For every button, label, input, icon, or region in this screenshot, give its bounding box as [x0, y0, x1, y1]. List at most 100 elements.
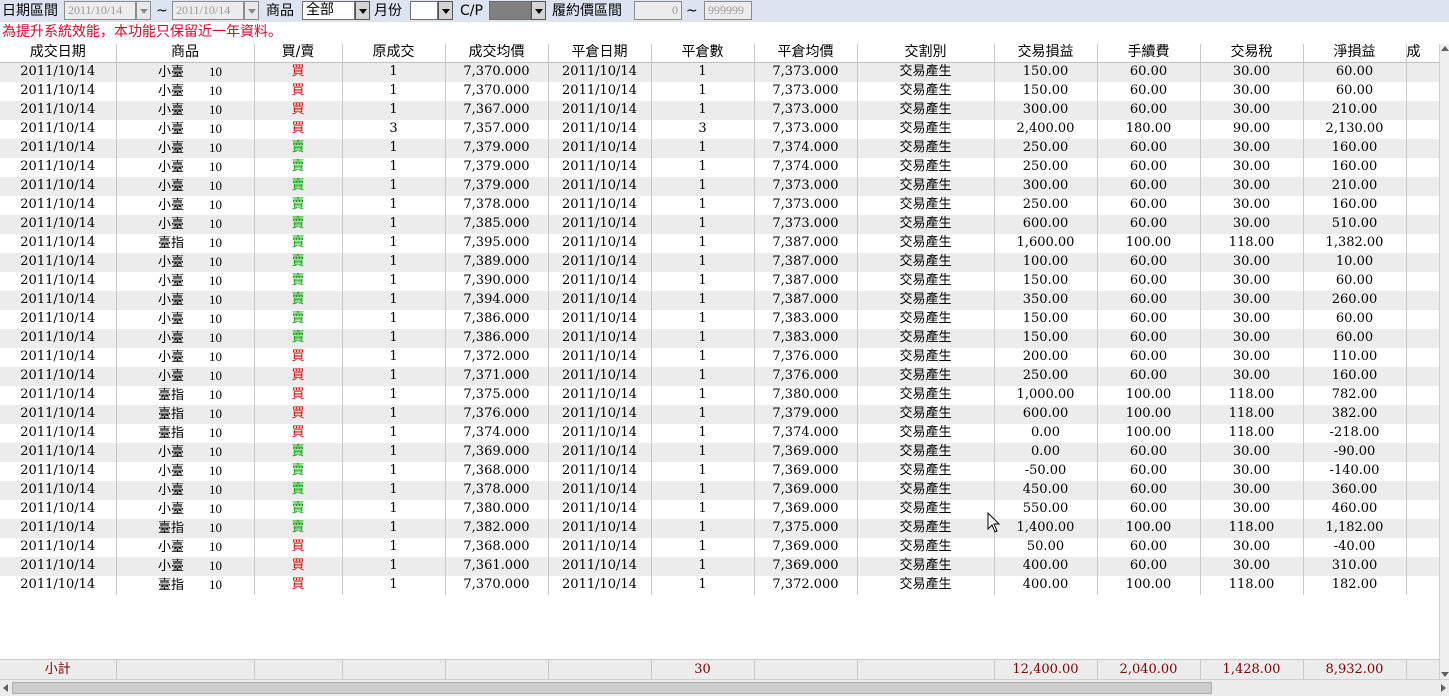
cell-close-avg: 7,387.000: [754, 233, 858, 253]
cell-orig-qty: 1: [342, 575, 446, 595]
cell-empty: [1406, 423, 1439, 443]
chevron-down-icon: [248, 9, 256, 14]
cell-fee: 60.00: [1097, 138, 1201, 158]
cell-side: 買: [254, 575, 343, 595]
date-to-dropdown-button[interactable]: [244, 1, 259, 20]
table-row[interactable]: 2011/10/14 小臺 10 買 1 7,370.000 2011/10/14 1 7,37…: [0, 62, 1439, 82]
column-header-fee[interactable]: 手續費: [1097, 44, 1201, 63]
table-row[interactable]: 2011/10/14 臺指 10 賣 1 7,382.000 2011/10/14 1 7,37…: [0, 518, 1439, 538]
cell-side: 買: [254, 100, 343, 120]
cell-orig-qty: 1: [342, 290, 446, 310]
cell-trade-pl: 150.00: [994, 309, 1098, 329]
strike-from-input[interactable]: 0: [634, 1, 682, 20]
vertical-scrollbar[interactable]: [1439, 44, 1449, 679]
column-header-side[interactable]: 買/賣: [254, 44, 343, 63]
cell-close-avg: 7,383.000: [754, 309, 858, 329]
date-to-input[interactable]: 2011/10/14: [172, 1, 244, 20]
month-dropdown-button[interactable]: [438, 1, 453, 20]
table-row[interactable]: 2011/10/14 小臺 10 賣 1 7,380.000 2011/10/14 1 7,36…: [0, 499, 1439, 519]
cell-tax: 118.00: [1200, 518, 1304, 538]
cell-fee: 60.00: [1097, 461, 1201, 481]
cell-trade-pl: 0.00: [994, 442, 1098, 462]
cell-product: 小臺 10: [116, 119, 255, 139]
cell-avg-price: 7,394.000: [445, 290, 549, 310]
cell-close-qty: 1: [651, 423, 755, 443]
scroll-up-icon[interactable]: [1441, 46, 1449, 51]
table-row[interactable]: 2011/10/14 小臺 10 賣 1 7,379.000 2011/10/14 1 7,37…: [0, 157, 1439, 177]
date-from-dropdown-button[interactable]: [136, 1, 151, 20]
date-from-input[interactable]: 2011/10/14: [64, 1, 136, 20]
product-month-code: 10: [209, 367, 222, 383]
product-month-code: 10: [209, 215, 222, 231]
column-header-close-qty[interactable]: 平倉數: [651, 44, 755, 63]
table-row[interactable]: 2011/10/14 小臺 10 賣 1 7,378.000 2011/10/14 1 7,37…: [0, 195, 1439, 215]
table-row[interactable]: 2011/10/14 小臺 10 賣 1 7,385.000 2011/10/14 1 7,37…: [0, 214, 1439, 234]
product-dropdown-button[interactable]: [355, 1, 370, 20]
cell-side: 買: [254, 537, 343, 557]
cp-select[interactable]: [489, 1, 531, 20]
table-row[interactable]: 2011/10/14 臺指 10 賣 1 7,395.000 2011/10/14 1 7,38…: [0, 233, 1439, 253]
month-select[interactable]: [410, 1, 438, 20]
table-row[interactable]: 2011/10/14 小臺 10 買 1 7,372.000 2011/10/14 1 7,37…: [0, 347, 1439, 367]
subtotal-net: 8,932.00: [1303, 660, 1407, 679]
column-header-trade-date[interactable]: 成交日期: [0, 44, 117, 63]
table-row[interactable]: 2011/10/14 小臺 10 賣 1 7,389.000 2011/10/14 1 7,38…: [0, 252, 1439, 272]
table-row[interactable]: 2011/10/14 小臺 10 賣 1 7,368.000 2011/10/14 1 7,36…: [0, 461, 1439, 481]
column-header-orig-qty[interactable]: 原成交: [342, 44, 446, 63]
table-row[interactable]: 2011/10/14 小臺 10 賣 1 7,386.000 2011/10/14 1 7,38…: [0, 328, 1439, 348]
column-header-net-pl[interactable]: 淨損益: [1303, 44, 1407, 63]
cp-dropdown-button[interactable]: [531, 1, 546, 20]
horizontal-scroll-thumb[interactable]: [12, 682, 1212, 694]
table-row[interactable]: 2011/10/14 臺指 10 買 1 7,376.000 2011/10/14 1 7,37…: [0, 404, 1439, 424]
table-row[interactable]: 2011/10/14 小臺 10 賣 1 7,386.000 2011/10/14 1 7,38…: [0, 309, 1439, 329]
table-row[interactable]: 2011/10/14 小臺 10 賣 1 7,379.000 2011/10/14 1 7,37…: [0, 176, 1439, 196]
column-header-avg-price[interactable]: 成交均價: [445, 44, 549, 63]
cell-trade-date: 2011/10/14: [0, 290, 117, 310]
table-row[interactable]: 2011/10/14 小臺 10 買 1 7,367.000 2011/10/14 1 7,37…: [0, 100, 1439, 120]
product-month-code: 10: [209, 557, 222, 573]
table-row[interactable]: 2011/10/14 小臺 10 買 1 7,368.000 2011/10/14 1 7,36…: [0, 537, 1439, 557]
cell-tax: 30.00: [1200, 556, 1304, 576]
column-header-product[interactable]: 商品: [116, 44, 255, 63]
table-row[interactable]: 2011/10/14 臺指 10 買 1 7,375.000 2011/10/14 1 7,38…: [0, 385, 1439, 405]
table-row[interactable]: 2011/10/14 小臺 10 賣 1 7,378.000 2011/10/14 1 7,36…: [0, 480, 1439, 500]
table-row[interactable]: 2011/10/14 小臺 10 買 1 7,370.000 2011/10/14 1 7,37…: [0, 81, 1439, 101]
product-name: 小臺: [157, 254, 184, 270]
product-label: 商品: [266, 3, 294, 19]
strike-to-input[interactable]: 999999: [704, 1, 752, 20]
cell-close-avg: 7,373.000: [754, 195, 858, 215]
column-header-truncated[interactable]: 成: [1406, 44, 1439, 63]
scroll-right-icon[interactable]: [1441, 684, 1446, 692]
trade-grid[interactable]: 成交日期 商品 買/賣 原成交 成交均價 平倉日期 平倉數 平倉均價 交割別 交易損益 手續費 交易稅…: [0, 44, 1439, 678]
horizontal-scrollbar[interactable]: [0, 679, 1449, 696]
table-row[interactable]: 2011/10/14 小臺 10 賣 1 7,394.000 2011/10/14 1 7,38…: [0, 290, 1439, 310]
table-row[interactable]: 2011/10/14 小臺 10 賣 1 7,390.000 2011/10/14 1 7,38…: [0, 271, 1439, 291]
cell-close-avg: 7,373.000: [754, 81, 858, 101]
cell-close-avg: 7,383.000: [754, 328, 858, 348]
table-row[interactable]: 2011/10/14 小臺 10 賣 1 7,379.000 2011/10/14 1 7,37…: [0, 138, 1439, 158]
column-header-close-avg[interactable]: 平倉均價: [754, 44, 858, 63]
cell-settle-type: 交易產生: [857, 328, 995, 348]
table-row[interactable]: 2011/10/14 臺指 10 買 1 7,374.000 2011/10/14 1 7,37…: [0, 423, 1439, 443]
cell-trade-pl: 150.00: [994, 328, 1098, 348]
column-header-settle-type[interactable]: 交割別: [857, 44, 995, 63]
table-row[interactable]: 2011/10/14 小臺 10 買 1 7,371.000 2011/10/14 1 7,37…: [0, 366, 1439, 386]
product-month-code: 10: [209, 120, 222, 136]
table-row[interactable]: 2011/10/14 小臺 10 買 3 7,357.000 2011/10/14 3 7,37…: [0, 119, 1439, 139]
table-row[interactable]: 2011/10/14 臺指 10 買 1 7,370.000 2011/10/14 1 7,37…: [0, 575, 1439, 595]
scroll-down-icon[interactable]: [1441, 672, 1449, 677]
column-header-trade-pl[interactable]: 交易損益: [994, 44, 1098, 63]
scroll-left-icon[interactable]: [3, 684, 8, 692]
cell-product: 小臺 10: [116, 556, 255, 576]
cell-net-pl: 782.00: [1303, 385, 1407, 405]
table-row[interactable]: 2011/10/14 小臺 10 買 1 7,361.000 2011/10/14 1 7,36…: [0, 556, 1439, 576]
column-header-tax[interactable]: 交易稅: [1200, 44, 1304, 63]
column-header-close-date[interactable]: 平倉日期: [548, 44, 652, 63]
cell-empty: [1406, 157, 1439, 177]
cell-empty: [1406, 518, 1439, 538]
cell-fee: 60.00: [1097, 480, 1201, 500]
cell-empty: [1406, 366, 1439, 386]
cell-orig-qty: 1: [342, 347, 446, 367]
table-row[interactable]: 2011/10/14 小臺 10 賣 1 7,369.000 2011/10/14 1 7,36…: [0, 442, 1439, 462]
product-select[interactable]: 全部: [302, 1, 355, 20]
